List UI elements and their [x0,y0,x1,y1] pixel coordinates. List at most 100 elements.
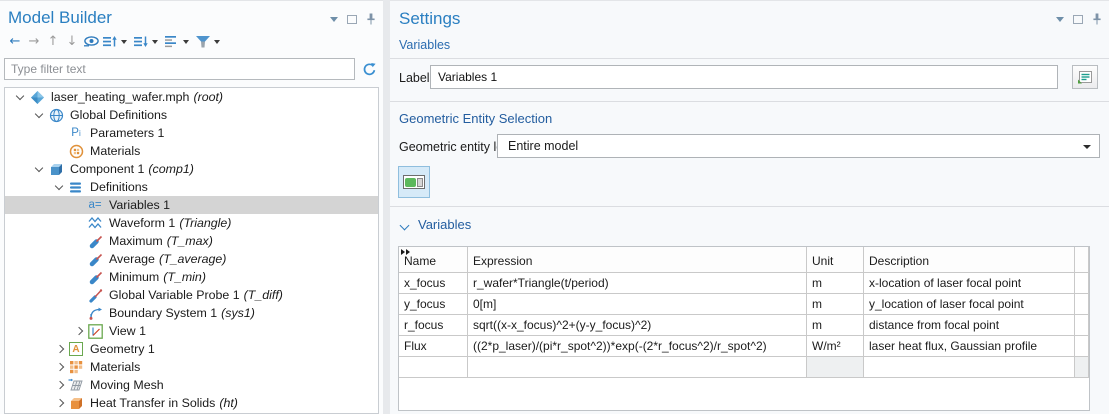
row-indicator-icon [401,249,410,255]
back-arrow-icon[interactable]: ← [6,32,24,52]
move-down-icon[interactable]: ↓ [63,32,81,52]
cell-expression[interactable]: r_wafer*Triangle(t/period) [468,273,807,294]
cell-extra [1075,357,1089,378]
tree-item-geometry-1[interactable]: A Geometry 1 [5,340,378,358]
cell-description[interactable]: x-location of laser focal point [864,273,1075,294]
tree-item-view-1[interactable]: View 1 [5,322,378,340]
cell-description[interactable]: distance from focal point [864,315,1075,336]
tree-item-component-1[interactable]: Component 1(comp1) [5,160,378,178]
geometry-icon: A [68,341,84,357]
tree-item-maximum[interactable]: Maximum(T_max) [5,232,378,250]
collapse-all-icon[interactable] [101,32,119,52]
variables-table: Name Expression Unit Description x_focus… [398,246,1090,411]
section-collapse-chevron-icon[interactable] [400,221,410,231]
expand-all-icon[interactable] [132,32,150,52]
model-tree: laser_heating_wafer.mph(root) Global Def… [4,87,379,414]
select-caret-icon [1083,145,1091,149]
collapse-menu-caret-icon[interactable] [121,40,127,44]
show-in-new-window-button[interactable] [1072,65,1098,89]
active-selection-toggle-button[interactable] [398,166,430,198]
cell-name[interactable]: y_focus [399,294,468,315]
divider [390,58,1109,59]
cell-unit: W/m² [807,336,864,357]
tree-item-boundary-system-1[interactable]: Boundary System 1(sys1) [5,304,378,322]
cell-expression[interactable]: sqrt((x-x_focus)^2+(y-y_focus)^2) [468,315,807,336]
node-text-icon[interactable] [163,32,181,52]
materials-grid-icon [68,359,84,375]
cell-name[interactable]: Flux [399,336,468,357]
tree-item-parameters-1[interactable]: Pi Parameters 1 [5,124,378,142]
chevron-right-icon[interactable] [52,360,68,374]
filter-input[interactable] [4,58,355,80]
model-builder-toolbar: ← → ↑ ↓ [0,28,383,52]
tree-item-global-definitions[interactable]: Global Definitions [5,106,378,124]
tree-item-global-variable-probe-1[interactable]: Global Variable Probe 1(T_diff) [5,286,378,304]
column-header-extra [1075,247,1089,273]
move-up-icon[interactable]: ↑ [44,32,62,52]
chevron-right-icon[interactable] [71,324,87,338]
global-probe-icon [87,287,103,303]
model-builder-panel: Model Builder ← → ↑ ↓ [0,0,383,414]
refresh-icon[interactable] [362,62,377,77]
cell-description[interactable]: y_location of laser focal point [864,294,1075,315]
panel-menu-caret-icon[interactable] [1056,17,1064,22]
tree-item-heat-transfer-in-solids[interactable]: Heat Transfer in Solids(ht) [5,394,378,412]
tree-item-average[interactable]: Average(T_average) [5,250,378,268]
component-cube-icon [48,161,64,177]
cell-extra [1075,273,1089,294]
column-header-description[interactable]: Description [864,247,1075,273]
forward-arrow-icon[interactable]: → [25,32,43,52]
variables-section-header[interactable]: Variables [418,217,471,232]
filter-menu-caret-icon[interactable] [214,40,220,44]
tree-item-variables-1[interactable]: a= Variables 1 [5,196,378,214]
tree-item-materials-global[interactable]: Materials [5,142,378,160]
float-window-icon[interactable] [347,15,357,24]
tree-item-waveform-1[interactable]: Waveform 1(Triangle) [5,214,378,232]
entity-level-select[interactable]: Entire model [497,134,1100,158]
geometric-entity-selection-header[interactable]: Geometric Entity Selection [399,111,552,126]
settings-title: Settings [399,9,460,29]
tree-item-minimum[interactable]: Minimum(T_min) [5,268,378,286]
show-eye-icon[interactable] [82,32,100,52]
moving-mesh-icon [68,377,84,393]
variables-icon: a= [87,197,103,213]
cell-name[interactable]: x_focus [399,273,468,294]
chevron-right-icon[interactable] [52,378,68,392]
boundary-system-icon [87,305,103,321]
panel-menu-caret-icon[interactable] [330,17,338,22]
cell-name[interactable] [399,357,468,378]
chevron-down-icon[interactable] [13,90,29,104]
cell-unit: m [807,315,864,336]
float-window-icon[interactable] [1073,15,1083,24]
chevron-down-icon[interactable] [32,108,48,122]
filter-icon[interactable] [194,32,212,52]
column-header-expression[interactable]: Expression [468,247,807,273]
cell-name[interactable]: r_focus [399,315,468,336]
globe-icon [48,107,64,123]
cell-expression[interactable]: 0[m] [468,294,807,315]
cell-description[interactable]: laser heat flux, Gaussian profile [864,336,1075,357]
tree-item-materials[interactable]: Materials [5,358,378,376]
pin-icon[interactable] [366,13,376,25]
chevron-down-icon[interactable] [52,180,68,194]
label-input[interactable] [430,65,1058,89]
cell-extra [1075,294,1089,315]
cell-unit: m [807,294,864,315]
chevron-right-icon[interactable] [52,396,68,410]
node-text-menu-caret-icon[interactable] [183,40,189,44]
column-header-unit[interactable]: Unit [807,247,864,273]
chevron-down-icon[interactable] [32,162,48,176]
view-icon [87,323,103,339]
expand-menu-caret-icon[interactable] [152,40,158,44]
tree-item-root[interactable]: laser_heating_wafer.mph(root) [5,88,378,106]
probe-icon [87,233,103,249]
tree-item-moving-mesh[interactable]: Moving Mesh [5,376,378,394]
chevron-right-icon[interactable] [52,342,68,356]
probe-icon [87,251,103,267]
cell-description[interactable] [864,357,1075,378]
column-header-name[interactable]: Name [399,247,468,273]
pin-icon[interactable] [1092,13,1102,25]
tree-item-definitions[interactable]: Definitions [5,178,378,196]
cell-expression[interactable]: ((2*p_laser)/(pi*r_spot^2))*exp(-(2*r_fo… [468,336,807,357]
cell-expression[interactable] [468,357,807,378]
